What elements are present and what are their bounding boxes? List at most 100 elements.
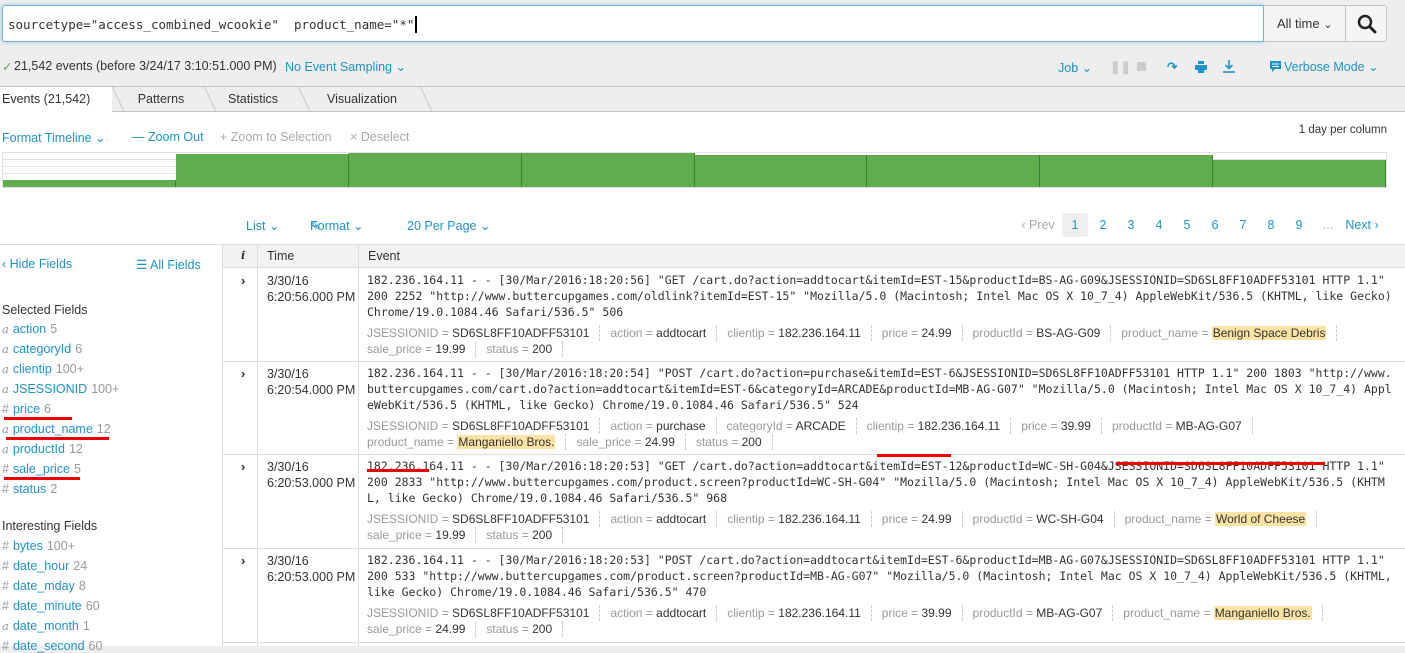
timeline-bar[interactable] <box>1213 160 1386 187</box>
field-value[interactable]: 24.99 <box>435 622 465 636</box>
field-value[interactable]: addtocart <box>656 606 706 620</box>
timeline-bar[interactable] <box>867 154 1041 187</box>
event-field-product-name[interactable]: product_name = Benign Space Debris <box>1121 325 1338 341</box>
search-input[interactable]: sourcetype="access_combined_wcookie" pro… <box>2 5 1264 42</box>
timeline-bar[interactable] <box>694 154 868 187</box>
field-value[interactable]: 39.99 <box>922 606 952 620</box>
event-field-sale-price[interactable]: sale_price = 19.99 <box>367 341 477 357</box>
page-6-button[interactable]: 6 <box>1202 213 1228 237</box>
prev-page-button[interactable]: ‹ Prev <box>1018 213 1058 237</box>
zoom-to-selection-button[interactable]: + Zoom to Selection <box>220 130 332 144</box>
timeline-bar[interactable] <box>1040 154 1214 187</box>
field-item-date-second[interactable]: # date_second 60 <box>2 639 102 653</box>
pause-icon[interactable]: ❚❚ <box>1110 59 1131 74</box>
timeline-chart[interactable] <box>2 152 1387 188</box>
field-value[interactable]: addtocart <box>656 326 706 340</box>
event-field-product-name[interactable]: product_name = World of Cheese <box>1125 511 1318 527</box>
field-value[interactable]: 19.99 <box>435 528 465 542</box>
event-field-product-name[interactable]: product_name = Manganiello Bros. <box>1123 605 1323 621</box>
time-range-picker[interactable]: All time ⌄ <box>1264 5 1346 42</box>
field-value[interactable]: 24.99 <box>922 512 952 526</box>
field-item-jsessionid[interactable]: a JSESSIONID 100+ <box>2 382 119 396</box>
tab-visualization[interactable]: Visualization <box>304 87 420 112</box>
event-field-jsessionid[interactable]: JSESSIONID = SD6SL8FF10ADFF53101 <box>367 605 601 621</box>
field-value[interactable]: ARCADE <box>796 419 846 433</box>
event-field-status[interactable]: status = 200 <box>486 621 564 637</box>
event-field-price[interactable]: price = 24.99 <box>882 325 963 341</box>
event-field-clientip[interactable]: clientip = 182.236.164.11 <box>727 511 872 527</box>
event-field-price[interactable]: price = 39.99 <box>1021 418 1102 434</box>
page-4-button[interactable]: 4 <box>1146 213 1172 237</box>
field-item-date-mday[interactable]: # date_mday 8 <box>2 579 86 593</box>
field-value[interactable]: SD6SL8FF10ADFF53101 <box>452 419 589 433</box>
field-item-status[interactable]: # status 2 <box>2 482 57 496</box>
field-item-categoryid[interactable]: a categoryId 6 <box>2 342 82 356</box>
event-field-productid[interactable]: productId = MB-AG-G07 <box>1112 418 1253 434</box>
zoom-out-button[interactable]: — Zoom Out <box>132 130 204 144</box>
event-field-clientip[interactable]: clientip = 182.236.164.11 <box>727 325 872 341</box>
field-value[interactable]: SD6SL8FF10ADFF53101 <box>452 326 589 340</box>
field-item-action[interactable]: a action 5 <box>2 322 57 336</box>
event-time[interactable]: 3/30/16 6:20:54.000 PM <box>267 366 355 398</box>
share-icon[interactable]: ↷ <box>1167 59 1177 74</box>
expand-row-icon[interactable]: › <box>241 273 245 288</box>
page-1-button[interactable]: 1 <box>1062 213 1088 237</box>
event-field-action[interactable]: action = addtocart <box>610 325 718 341</box>
field-value[interactable]: 182.236.164.11 <box>778 606 861 620</box>
event-field-sale-price[interactable]: sale_price = 24.99 <box>576 434 686 450</box>
field-value[interactable]: 182.236.164.11 <box>918 419 1001 433</box>
print-icon[interactable] <box>1195 61 1207 73</box>
page-3-button[interactable]: 3 <box>1118 213 1144 237</box>
hide-fields-button[interactable]: ‹ Hide Fields <box>2 257 72 271</box>
field-item-price[interactable]: # price 6 <box>2 402 51 416</box>
time-column-header[interactable]: Time <box>267 249 294 263</box>
field-value[interactable]: MB-AG-G07 <box>1176 419 1242 433</box>
event-field-status[interactable]: status = 200 <box>486 527 564 543</box>
timeline-bar[interactable] <box>348 153 522 187</box>
search-mode-dropdown[interactable]: Verbose Mode ⌄ <box>1270 59 1379 74</box>
field-value[interactable]: MB-AG-G07 <box>1036 606 1102 620</box>
tab-statistics[interactable]: Statistics <box>210 87 296 112</box>
event-field-clientip[interactable]: clientip = 182.236.164.11 <box>727 605 872 621</box>
export-icon[interactable] <box>1223 60 1235 73</box>
page-9-button[interactable]: 9 <box>1286 213 1312 237</box>
event-field-jsessionid[interactable]: JSESSIONID = SD6SL8FF10ADFF53101 <box>367 511 601 527</box>
event-field-action[interactable]: action = purchase <box>610 418 717 434</box>
page-8-button[interactable]: 8 <box>1258 213 1284 237</box>
event-field-sale-price[interactable]: sale_price = 24.99 <box>367 621 477 637</box>
page-5-button[interactable]: 5 <box>1174 213 1200 237</box>
next-page-button[interactable]: Next › <box>1342 213 1382 237</box>
format-timeline-dropdown[interactable]: Format Timeline ⌄ <box>2 130 106 145</box>
event-sampling-dropdown[interactable]: No Event Sampling ⌄ <box>285 59 406 74</box>
field-value[interactable]: WC-SH-G04 <box>1036 512 1103 526</box>
event-field-action[interactable]: action = addtocart <box>610 511 718 527</box>
event-field-status[interactable]: status = 200 <box>696 434 773 450</box>
event-field-productid[interactable]: productId = MB-AG-G07 <box>973 605 1114 621</box>
tab-patterns[interactable]: Patterns <box>118 87 204 112</box>
field-value[interactable]: World of Cheese <box>1215 512 1307 526</box>
event-field-jsessionid[interactable]: JSESSIONID = SD6SL8FF10ADFF53101 <box>367 325 601 341</box>
field-value[interactable]: 200 <box>532 622 552 636</box>
job-menu[interactable]: Job ⌄ <box>1058 60 1092 75</box>
page-2-button[interactable]: 2 <box>1090 213 1116 237</box>
field-value[interactable]: Benign Space Debris <box>1211 326 1327 340</box>
field-value[interactable]: SD6SL8FF10ADFF53101 <box>452 512 589 526</box>
per-page-dropdown[interactable]: 20 Per Page ⌄ <box>407 218 490 233</box>
timeline-bar[interactable] <box>521 153 695 187</box>
field-value[interactable]: 39.99 <box>1061 419 1091 433</box>
event-time[interactable]: 3/30/16 6:20:53.000 PM <box>267 553 355 585</box>
event-field-status[interactable]: status = 200 <box>486 341 564 357</box>
field-value[interactable]: SD6SL8FF10ADFF53101 <box>452 606 589 620</box>
expand-row-icon[interactable]: › <box>241 366 245 381</box>
list-dropdown[interactable]: List ⌄ <box>246 218 279 233</box>
event-time[interactable]: 3/30/16 6:20:53.000 PM <box>267 459 355 491</box>
deselect-button[interactable]: × Deselect <box>350 130 409 144</box>
field-item-date-month[interactable]: a date_month 1 <box>2 619 90 633</box>
stop-icon[interactable] <box>1137 62 1146 71</box>
event-field-price[interactable]: price = 24.99 <box>882 511 963 527</box>
field-value[interactable]: 200 <box>742 435 762 449</box>
field-item-date-hour[interactable]: # date_hour 24 <box>2 559 87 573</box>
field-item-product-name[interactable]: a product_name 12 <box>2 422 111 436</box>
field-value[interactable]: addtocart <box>656 512 706 526</box>
event-field-action[interactable]: action = addtocart <box>610 605 718 621</box>
